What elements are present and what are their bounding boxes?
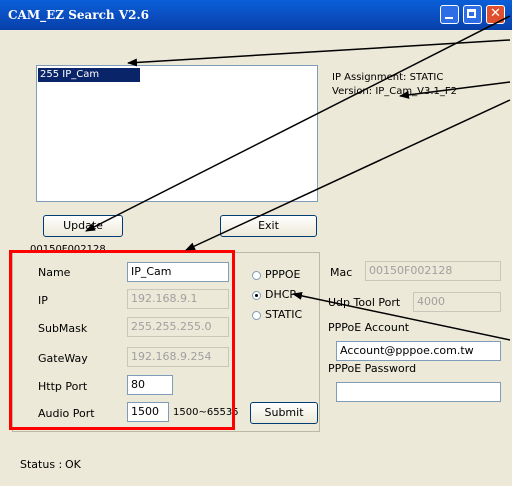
submit-button[interactable]: Submit — [250, 402, 318, 424]
static-radio-label: STATIC — [265, 308, 303, 321]
highlight-box — [9, 250, 235, 430]
mac-field[interactable]: 00150F002128 — [365, 261, 501, 281]
udp-port-field[interactable]: 4000 — [413, 292, 501, 312]
title-bar[interactable]: CAM_EZ Search V2.6 — [0, 0, 512, 30]
pppoe-password-field[interactable] — [336, 382, 501, 402]
pppoe-password-label: PPPoE Password — [328, 362, 417, 375]
device-list-item[interactable]: 255 IP_Cam — [38, 68, 140, 82]
device-listbox[interactable]: 255 IP_Cam — [36, 65, 318, 202]
dhcp-radio-label: DHCP — [265, 288, 297, 301]
maximize-button[interactable] — [463, 5, 482, 24]
udp-port-label: Udp Tool Port — [328, 296, 401, 309]
status-value: OK — [65, 458, 81, 471]
update-button[interactable]: Update — [43, 215, 123, 237]
status-label: Status : — [20, 458, 63, 471]
dhcp-radio[interactable] — [252, 291, 261, 300]
exit-button[interactable]: Exit — [220, 215, 317, 237]
pppoe-radio[interactable] — [252, 271, 261, 280]
pppoe-account-field[interactable]: Account@pppoe.com.tw — [336, 341, 501, 361]
app-window: CAM_EZ Search V2.6 255 IP_Cam IP Assignm… — [0, 0, 512, 486]
pppoe-radio-label: PPPOE — [265, 268, 301, 281]
mac-label: Mac — [330, 266, 353, 279]
version-text: Version: IP_Cam_V3.1_F2 — [332, 86, 458, 97]
minimize-button[interactable] — [440, 5, 459, 24]
static-radio[interactable] — [252, 311, 261, 320]
arrow-to-list — [127, 39, 511, 67]
window-title: CAM_EZ Search V2.6 — [8, 8, 150, 22]
ip-assignment-text: IP Assignment: STATIC — [332, 72, 444, 83]
pppoe-account-label: PPPoE Account — [328, 321, 410, 334]
close-button[interactable] — [486, 5, 505, 24]
